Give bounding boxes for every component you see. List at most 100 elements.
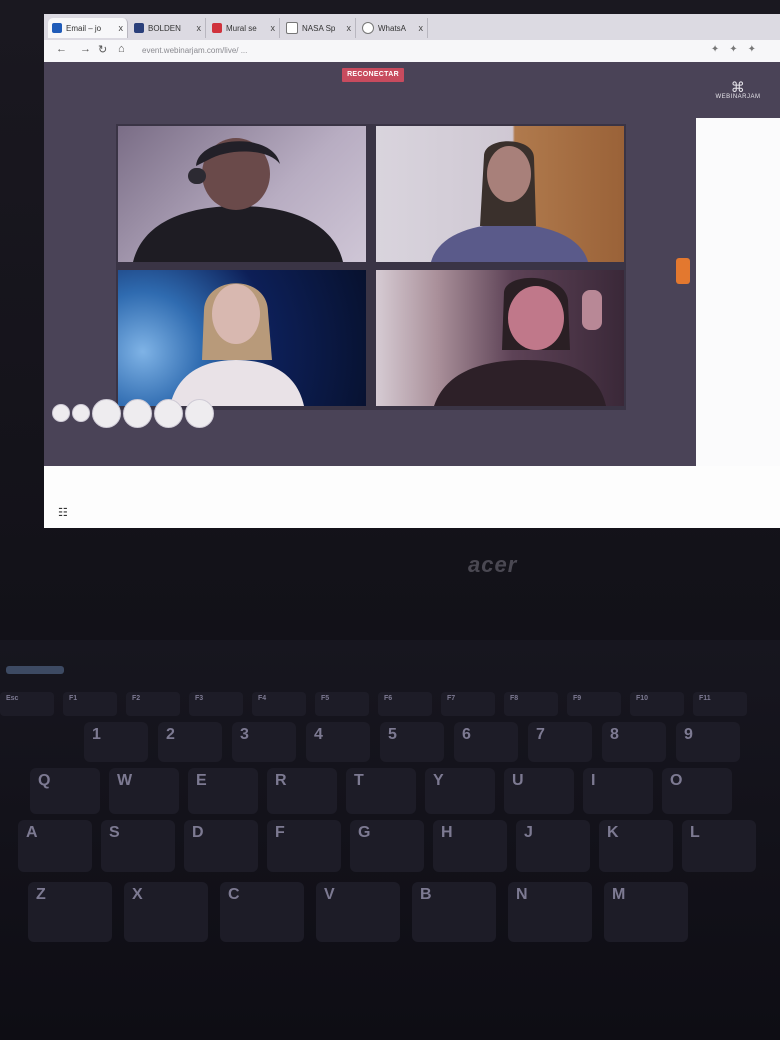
close-icon[interactable]: x [347, 23, 352, 33]
home-icon[interactable]: ⌂ [118, 43, 125, 55]
participant-silhouette [133, 138, 343, 262]
key-e[interactable]: E [188, 768, 258, 814]
url-field[interactable]: event.webinarjam.com/live/ ... [142, 44, 702, 58]
site-icon [134, 23, 144, 33]
reconnect-button[interactable]: RECONECTAR [342, 68, 404, 82]
video-grid [116, 124, 626, 410]
participant-silhouette [170, 283, 304, 406]
key-h[interactable]: H [433, 820, 507, 872]
address-bar: ← → ↻ ⌂ event.webinarjam.com/live/ ... ✦… [44, 40, 780, 62]
key-f7[interactable]: F7 [441, 692, 495, 716]
tab-email[interactable]: Email – jo x [48, 18, 128, 38]
whatsapp-icon [362, 22, 374, 34]
key-r[interactable]: R [267, 768, 337, 814]
key-j[interactable]: J [516, 820, 590, 872]
video-tile-4[interactable] [374, 268, 626, 408]
tab-label: Email – jo [66, 23, 102, 33]
tab-bolden[interactable]: BOLDEN x [130, 18, 206, 38]
key-8[interactable]: 8 [602, 722, 666, 762]
key-f[interactable]: F [267, 820, 341, 872]
attendee-avatar[interactable] [154, 398, 183, 428]
key-f5[interactable]: F5 [315, 692, 369, 716]
key-m[interactable]: M [604, 882, 688, 942]
back-icon[interactable]: ← [56, 43, 67, 55]
participant-silhouette [431, 141, 588, 262]
attendee-avatar[interactable] [72, 404, 90, 422]
key-z[interactable]: Z [28, 882, 112, 942]
key-f11[interactable]: F11 [693, 692, 747, 716]
key-i[interactable]: I [583, 768, 653, 814]
forward-icon[interactable]: → [80, 43, 91, 55]
brand-logo: ⌘ WEBINARJAM [710, 80, 766, 100]
status-led [6, 666, 64, 674]
close-icon[interactable]: x [119, 23, 124, 33]
key-5[interactable]: 5 [380, 722, 444, 762]
key-l[interactable]: L [682, 820, 756, 872]
key-9[interactable]: 9 [676, 722, 740, 762]
attendee-avatar[interactable] [123, 398, 152, 428]
reload-icon[interactable]: ↻ [98, 43, 107, 56]
webinar-app: RECONECTAR ⌘ WEBINARJAM [44, 62, 780, 466]
tab-label: BOLDEN [148, 23, 181, 33]
key-d[interactable]: D [184, 820, 258, 872]
key-x[interactable]: X [124, 882, 208, 942]
mural-icon [212, 23, 222, 33]
key-g[interactable]: G [350, 820, 424, 872]
laptop-screen: Email – jo x BOLDEN x Mural se x NASA Sp… [44, 14, 780, 528]
key-t[interactable]: T [346, 768, 416, 814]
key-f4[interactable]: F4 [252, 692, 306, 716]
key-f10[interactable]: F10 [630, 692, 684, 716]
tab-whatsapp[interactable]: WhatsA x [358, 18, 428, 38]
key-u[interactable]: U [504, 768, 574, 814]
key-c[interactable]: C [220, 882, 304, 942]
close-icon[interactable]: x [271, 23, 276, 33]
video-tile-3[interactable] [116, 268, 368, 408]
key-3[interactable]: 3 [232, 722, 296, 762]
key-k[interactable]: K [599, 820, 673, 872]
key-esc[interactable]: Esc [0, 692, 54, 716]
tabs-overflow[interactable] [430, 18, 780, 38]
tab-label: Mural se [226, 23, 257, 33]
toolbar-icons[interactable]: ✦✦✦ [711, 44, 766, 55]
key-7[interactable]: 7 [528, 722, 592, 762]
video-tile-1[interactable] [116, 124, 368, 264]
close-icon[interactable]: x [419, 23, 424, 33]
key-n[interactable]: N [508, 882, 592, 942]
key-s[interactable]: S [101, 820, 175, 872]
key-1[interactable]: 1 [84, 722, 148, 762]
attendee-avatar[interactable] [52, 404, 70, 422]
key-w[interactable]: W [109, 768, 179, 814]
key-o[interactable]: O [662, 768, 732, 814]
key-q[interactable]: Q [30, 768, 100, 814]
attendee-avatar[interactable] [185, 398, 214, 428]
key-y[interactable]: Y [425, 768, 495, 814]
key-f1[interactable]: F1 [63, 692, 117, 716]
key-4[interactable]: 4 [306, 722, 370, 762]
close-icon[interactable]: x [197, 23, 202, 33]
key-f6[interactable]: F6 [378, 692, 432, 716]
key-f9[interactable]: F9 [567, 692, 621, 716]
tab-nasa[interactable]: NASA Sp x [282, 18, 356, 38]
attendee-avatar[interactable] [92, 398, 121, 428]
participant-silhouette [434, 277, 606, 406]
key-b[interactable]: B [412, 882, 496, 942]
key-f8[interactable]: F8 [504, 692, 558, 716]
key-a[interactable]: A [18, 820, 92, 872]
panel-toggle-handle[interactable] [676, 258, 690, 284]
key-v[interactable]: V [316, 882, 400, 942]
tab-label: NASA Sp [302, 23, 336, 33]
logo-mark-icon: ⌘ [730, 79, 746, 95]
key-6[interactable]: 6 [454, 722, 518, 762]
tab-mural[interactable]: Mural se x [208, 18, 280, 38]
key-2[interactable]: 2 [158, 722, 222, 762]
chat-area: ☷ [44, 466, 780, 528]
video-tile-2[interactable] [374, 124, 626, 264]
outlook-icon [52, 23, 62, 33]
logo-text: WEBINARJAM [715, 94, 761, 100]
menu-icon[interactable]: ☷ [58, 506, 68, 519]
key-f3[interactable]: F3 [189, 692, 243, 716]
key-f2[interactable]: F2 [126, 692, 180, 716]
attendee-avatars [52, 398, 214, 428]
browser-tab-bar: Email – jo x BOLDEN x Mural se x NASA Sp… [44, 14, 780, 40]
side-panel [696, 118, 780, 466]
